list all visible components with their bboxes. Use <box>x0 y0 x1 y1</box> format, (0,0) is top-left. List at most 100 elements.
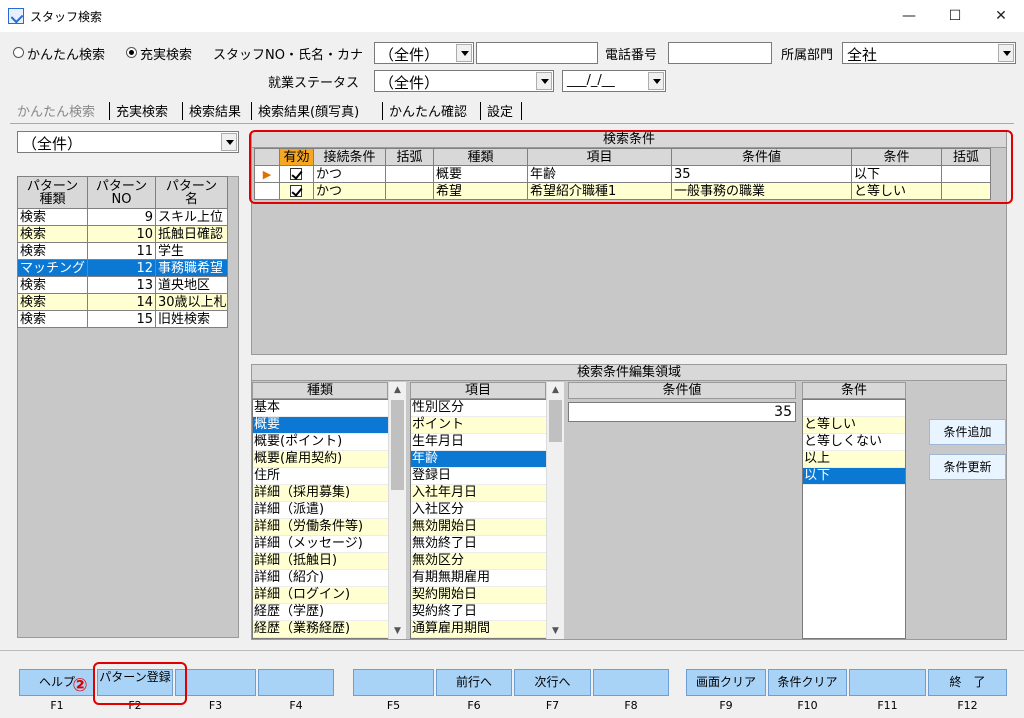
function-key-f12[interactable]: 終 了 <box>928 669 1007 696</box>
scroll-down-icon[interactable]: ▼ <box>389 623 406 639</box>
minimize-button[interactable]: — <box>886 0 932 32</box>
op-list[interactable]: と等しい と等しくない 以上 以下 <box>802 399 906 639</box>
table-row[interactable]: 検索 14 30歳以上札 <box>17 293 228 311</box>
update-condition-button[interactable]: 条件更新 <box>929 454 1006 480</box>
category-list[interactable]: 基本 概要 概要(ポイント) 概要(雇用契約) 住所 詳細（採用募集) 詳細（派遣) 詳細（労… <box>252 399 406 639</box>
scroll-down-icon[interactable]: ▼ <box>547 623 564 639</box>
list-item[interactable]: と等しくない <box>803 434 905 451</box>
list-item[interactable]: 詳細（採用募集) <box>253 485 405 502</box>
list-item[interactable] <box>803 400 905 417</box>
tab-simple-search[interactable]: かんたん検索 <box>17 101 95 121</box>
table-row[interactable]: 検索 15 旧姓検索 <box>17 310 228 328</box>
scroll-up-icon[interactable]: ▲ <box>389 382 406 398</box>
op-list-header: 条件 <box>802 382 906 399</box>
function-key-f8[interactable] <box>593 669 669 696</box>
tab-simple-confirm[interactable]: かんたん確認 <box>389 101 467 121</box>
list-item[interactable]: 基本 <box>253 400 405 417</box>
work-status-select[interactable]: （全件） <box>374 70 554 92</box>
tab-advanced-search[interactable]: 充実検索 <box>116 101 168 121</box>
work-status-value: （全件） <box>379 74 440 92</box>
callout-marker: ② <box>72 675 88 696</box>
phone-label: 電話番号 <box>605 48 658 63</box>
tab-divider <box>182 102 183 120</box>
dept-select[interactable]: 全社 <box>842 42 1016 64</box>
add-condition-button[interactable]: 条件追加 <box>929 419 1006 445</box>
dept-label: 所属部門 <box>781 48 834 63</box>
function-key-f4[interactable] <box>258 669 334 696</box>
close-button[interactable]: ✕ <box>978 0 1024 32</box>
phone-input[interactable] <box>668 42 772 64</box>
function-key-f7[interactable]: 次行へ <box>514 669 591 696</box>
list-item[interactable]: 通算雇用期間 <box>411 621 563 638</box>
list-item[interactable]: 詳細（抵触日) <box>253 553 405 570</box>
staff-select[interactable]: （全件） <box>374 42 474 64</box>
list-item[interactable]: 詳細（メッセージ) <box>253 536 405 553</box>
advanced-search-radio[interactable] <box>126 47 137 58</box>
function-key-f3[interactable] <box>175 669 256 696</box>
item-list[interactable]: 性別区分 ポイント 生年月日 年齢 登録日 入社年月日 入社区分 無効開始日 無効終了日 無効区分… <box>410 399 564 639</box>
list-item[interactable]: 詳細（紹介) <box>253 570 405 587</box>
list-item[interactable]: 以下 <box>803 468 905 485</box>
list-item[interactable]: 経歴（業務経歴) <box>253 621 405 638</box>
maximize-button[interactable]: ☐ <box>932 0 978 32</box>
staff-input[interactable] <box>476 42 598 64</box>
list-item[interactable]: 契約終了日 <box>411 604 563 621</box>
pattern-filter-select[interactable]: （全件） <box>17 131 239 153</box>
function-key-f5[interactable] <box>353 669 434 696</box>
list-item[interactable]: と等しい <box>803 417 905 434</box>
list-item[interactable]: 概要 <box>253 417 405 434</box>
list-item[interactable]: 生年月日 <box>411 434 563 451</box>
list-item[interactable]: 経歴（学歴) <box>253 604 405 621</box>
function-key-f6[interactable]: 前行へ <box>436 669 512 696</box>
list-item[interactable]: 入社区分 <box>411 502 563 519</box>
item-scrollbar[interactable]: ▲ ▼ <box>546 382 564 639</box>
function-key-f9[interactable]: 画面クリア <box>686 669 766 696</box>
pattern-type-header: パターン 種類 <box>17 176 88 209</box>
table-row[interactable]: 検索 13 道央地区 <box>17 276 228 294</box>
list-item[interactable]: ポイント <box>411 417 563 434</box>
function-key-label: F1 <box>50 699 64 712</box>
simple-search-radio[interactable] <box>13 47 24 58</box>
list-item[interactable]: 登録日 <box>411 468 563 485</box>
tab-divider <box>251 102 252 120</box>
scroll-thumb[interactable] <box>549 400 562 442</box>
table-row-selected[interactable]: マッチング 12 事務職希望 <box>17 259 228 277</box>
scroll-thumb[interactable] <box>391 400 404 490</box>
list-item[interactable]: 住所 <box>253 468 405 485</box>
list-item[interactable]: 概要(雇用契約) <box>253 451 405 468</box>
list-item[interactable]: 性別区分 <box>411 400 563 417</box>
list-item[interactable]: 有期無期雇用 <box>411 570 563 587</box>
list-item[interactable]: 無効区分 <box>411 553 563 570</box>
function-key-f10[interactable]: 条件クリア <box>768 669 847 696</box>
list-item[interactable]: 以上 <box>803 451 905 468</box>
list-item[interactable]: 年齢 <box>411 451 563 468</box>
table-row[interactable]: 検索 10 抵触日確認 <box>17 225 228 243</box>
tab-search-results[interactable]: 検索結果 <box>189 101 241 121</box>
list-item[interactable]: 詳細（労働条件等) <box>253 519 405 536</box>
value-field-header: 条件値 <box>568 382 796 399</box>
tab-divider <box>480 102 481 120</box>
date-select-value: ___/_/__ <box>567 73 615 88</box>
list-item[interactable]: 入社年月日 <box>411 485 563 502</box>
table-row[interactable]: 検索 11 学生 <box>17 242 228 260</box>
list-item[interactable]: 詳細（ログイン) <box>253 587 405 604</box>
tab-search-results-photo[interactable]: 検索結果(顔写真) <box>258 101 359 121</box>
list-item[interactable]: 無効開始日 <box>411 519 563 536</box>
list-item[interactable]: 契約開始日 <box>411 587 563 604</box>
condition-value-input[interactable]: 35 <box>568 402 796 422</box>
category-scrollbar[interactable]: ▲ ▼ <box>388 382 406 639</box>
tab-settings[interactable]: 設定 <box>487 101 513 121</box>
date-select[interactable]: ___/_/__ <box>562 70 666 92</box>
dept-select-value: 全社 <box>847 46 878 64</box>
list-item[interactable]: 概要(ポイント) <box>253 434 405 451</box>
function-key-label: F6 <box>467 699 481 712</box>
advanced-search-label: 充実検索 <box>140 48 193 63</box>
scroll-up-icon[interactable]: ▲ <box>547 382 564 398</box>
function-key-f11[interactable] <box>849 669 926 696</box>
list-item[interactable]: 詳細（派遣) <box>253 502 405 519</box>
staff-label: スタッフNO・氏名・カナ <box>213 48 363 63</box>
list-item[interactable]: 無効終了日 <box>411 536 563 553</box>
table-row[interactable]: 検索 9 スキル上位 <box>17 208 228 226</box>
function-key-label: F12 <box>957 699 978 712</box>
chevron-down-icon <box>648 72 664 90</box>
